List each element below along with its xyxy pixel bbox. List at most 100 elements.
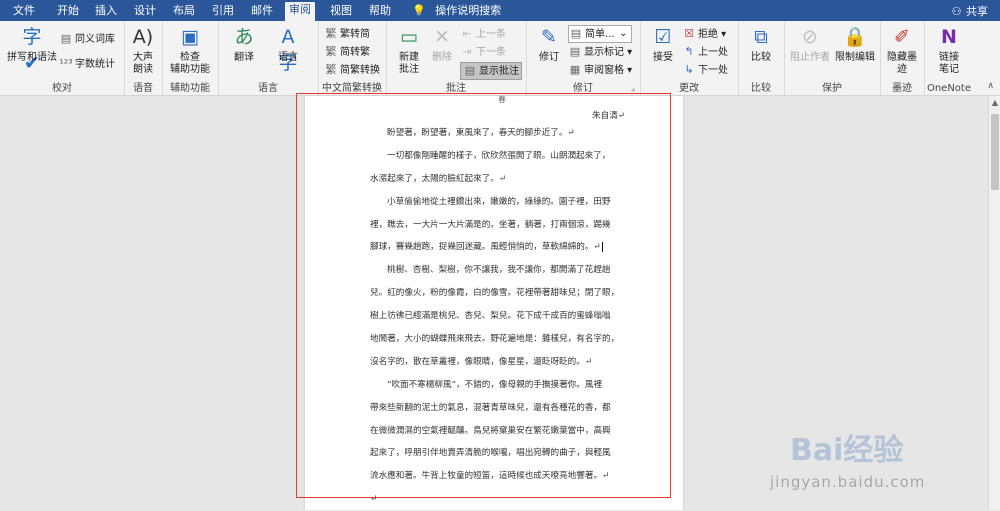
- vertical-scrollbar[interactable]: ▲: [988, 96, 1000, 510]
- accept-check-icon: ☑: [654, 26, 672, 48]
- read-aloud-button[interactable]: A) 大声 朗读: [128, 24, 158, 76]
- reject-icon: ☒: [684, 27, 694, 40]
- check-accessibility-button[interactable]: ▣ 检查 辅助功能: [166, 24, 214, 76]
- next-comment-label: 下一条: [476, 47, 506, 58]
- document-line: 裡，瞧去，一大片一大片滿是的。坐著，躺著，打兩個滾，踢幾: [370, 219, 611, 230]
- document-line: 樹上彷彿已經滿是桃兒、杏兒、梨兒。花下成千成百的蜜蜂嗡嗡: [370, 311, 611, 322]
- linked-notes-button[interactable]: N 链接 笔记: [930, 24, 968, 76]
- tab-help[interactable]: 帮助: [365, 3, 395, 21]
- group-label-chinese: 中文简繁转换: [322, 83, 382, 94]
- translate-button[interactable]: あ 翻译: [224, 24, 264, 64]
- group-label-language: 语言: [258, 83, 278, 94]
- thesaurus-button[interactable]: ▤ 同义词库: [59, 31, 115, 47]
- spelling-grammar-label: 拼写和语法: [7, 52, 57, 63]
- hide-ink-button[interactable]: ✐ 隐藏墨 迹: [884, 24, 920, 76]
- group-protect: ⊘ 阻止作者 🔒 限制编辑 保护: [784, 21, 881, 95]
- tab-design[interactable]: 设计: [130, 3, 160, 21]
- paragraph-lines: 盼望著，盼望著，東風來了，春天的腳步近了。↵ 一切都像剛睡醒的樣子，欣欣然張開了眼…: [370, 122, 625, 511]
- next-comment-button[interactable]: ⇥ 下一条: [460, 44, 506, 60]
- block-authors-label: 阻止作者: [790, 52, 830, 63]
- document-line: 小草偷偷地從土裡鑽出來，嫩嫩的，綠綠的。園子裡，田野: [387, 196, 611, 207]
- previous-change-icon: ↰: [684, 45, 694, 58]
- thesaurus-label: 同义词库: [75, 34, 115, 45]
- spelling-check-icon: 字✔: [22, 26, 42, 74]
- translate-icon: あ: [234, 26, 254, 48]
- new-comment-button[interactable]: ▭ 新建 批注: [392, 24, 426, 76]
- spelling-grammar-button[interactable]: 字✔ 拼写和语法: [6, 24, 58, 74]
- word-count-button[interactable]: ¹²³ 字数统计: [59, 56, 115, 72]
- group-label-ink: 墨迹: [892, 83, 912, 94]
- s2t-button[interactable]: 繁简转繁: [324, 44, 371, 60]
- read-aloud-label-2: 朗读: [133, 64, 153, 75]
- markup-select[interactable]: ▤ 简单... ⌄: [568, 25, 632, 43]
- language-button[interactable]: A字 语言: [268, 24, 308, 74]
- new-comment-icon: ▭: [400, 26, 418, 48]
- share-button[interactable]: ⚇ 共享: [951, 3, 988, 19]
- accept-button[interactable]: ☑ 接受: [646, 24, 680, 64]
- previous-change-button[interactable]: ↰ 上一处: [682, 44, 728, 60]
- ribbon: 字✔ 拼写和语法 ▤ 同义词库 ¹²³ 字数统计 校对 A) 大声 朗读 语音 ▣ …: [0, 21, 1000, 96]
- tell-me-search[interactable]: 💡 操作说明搜索: [408, 3, 505, 21]
- next-comment-icon: ⇥: [462, 45, 472, 58]
- group-language: あ 翻译 A字 语言 语言: [218, 21, 319, 95]
- document-line: 地鬧著，大小的蝴蝶飛來飛去。野花遍地是：雜樣兒，有名字的，: [370, 334, 620, 345]
- show-markup-button[interactable]: ▤ 显示标记 ▾: [568, 44, 632, 60]
- document-line: 帶來些新翻的泥土的氣息，混著青草味兒，還有各種花的香，都: [370, 402, 611, 413]
- dialog-launcher-icon[interactable]: ⌟: [631, 83, 635, 93]
- review-pane-button[interactable]: ▦ 审阅窗格 ▾: [568, 62, 632, 78]
- group-chinese-conversion: 繁繁转简 繁简转繁 繁简繁转换 中文简繁转换: [318, 21, 387, 95]
- show-comments-button[interactable]: ▤ 显示批注: [460, 62, 522, 80]
- document-line: 在微微潤濕的空氣裡醞釀。鳥兒將窠巢安在繁花嫩葉當中，高興: [370, 425, 611, 436]
- hide-ink-label-2: 迹: [897, 64, 907, 75]
- previous-comment-icon: ⇤: [462, 27, 472, 40]
- tab-file[interactable]: 文件: [9, 3, 39, 21]
- restrict-editing-label: 限制编辑: [835, 52, 875, 63]
- block-authors-button[interactable]: ⊘ 阻止作者: [788, 24, 832, 64]
- restrict-editing-button[interactable]: 🔒 限制编辑: [832, 24, 878, 64]
- document-line: 水漲起來了，太陽的臉紅起來了。↵: [370, 173, 507, 184]
- tab-insert[interactable]: 插入: [91, 3, 121, 21]
- compare-button[interactable]: ⧉ 比较: [744, 24, 778, 64]
- group-accessibility: ▣ 检查 辅助功能 辅助功能: [162, 21, 219, 95]
- delete-comment-button[interactable]: ✕ 删除: [428, 24, 456, 64]
- simplified-char-icon: 繁: [325, 45, 337, 58]
- collapse-ribbon-icon[interactable]: ∧: [987, 81, 994, 91]
- previous-change-label: 上一处: [698, 47, 728, 58]
- next-change-button[interactable]: ↳ 下一处: [682, 62, 728, 78]
- t2s-button[interactable]: 繁繁转简: [324, 26, 371, 42]
- document-line: 流水應和著。牛背上牧童的短笛，這時候也成天嘹亮地響著。↵: [370, 471, 610, 482]
- group-label-changes: 更改: [679, 83, 699, 94]
- document-body[interactable]: 春 朱自清↵ 盼望著，盼望著，東風來了，春天的腳步近了。↵ 一切都像剛睡醒的樣子，…: [370, 95, 625, 511]
- tell-me-label: 操作说明搜索: [435, 4, 502, 17]
- accept-label: 接受: [653, 52, 673, 63]
- compare-label: 比较: [751, 52, 771, 63]
- next-change-label: 下一处: [698, 65, 728, 76]
- delete-comment-label: 删除: [432, 52, 452, 63]
- review-pane-label: 审阅窗格: [584, 65, 624, 76]
- document-line: ↵: [370, 494, 378, 505]
- reject-button[interactable]: ☒ 拒绝 ▾: [682, 26, 726, 42]
- group-changes: ☑ 接受 ☒ 拒绝 ▾ ↰ 上一处 ↳ 下一处 更改: [640, 21, 739, 95]
- book-icon: ▤: [60, 32, 72, 45]
- tab-review[interactable]: 审阅: [285, 2, 315, 21]
- tab-mailings[interactable]: 邮件: [247, 3, 277, 21]
- check-accessibility-label-1: 检查: [180, 52, 200, 63]
- tab-view[interactable]: 视图: [326, 3, 356, 21]
- markup-select-value: 简单...: [585, 29, 615, 40]
- show-markup-label: 显示标记: [584, 47, 624, 58]
- group-compare: ⧉ 比较 比较: [738, 21, 785, 95]
- group-ink: ✐ 隐藏墨 迹 墨迹: [880, 21, 925, 95]
- previous-comment-button[interactable]: ⇤ 上一条: [460, 26, 506, 42]
- check-accessibility-label-2: 辅助功能: [170, 64, 210, 75]
- tab-home[interactable]: 开始: [53, 3, 83, 21]
- scroll-up-icon[interactable]: ▲: [989, 98, 1000, 107]
- scroll-thumb[interactable]: [991, 114, 999, 190]
- track-changes-button[interactable]: ✎ 修订: [532, 24, 566, 64]
- convert-button[interactable]: 繁简繁转换: [324, 62, 381, 78]
- tab-references[interactable]: 引用: [208, 3, 238, 21]
- document-line: 一切都像剛睡醒的樣子，欣欣然張開了眼。山朗潤起來了，: [387, 150, 611, 161]
- count-icon: ¹²³: [59, 57, 73, 70]
- hide-ink-label-1: 隐藏墨: [887, 52, 917, 63]
- tab-layout[interactable]: 布局: [169, 3, 199, 21]
- document-line: 桃樹、杏樹、梨樹，你不讓我，我不讓你，都開滿了花趕趟: [387, 265, 611, 276]
